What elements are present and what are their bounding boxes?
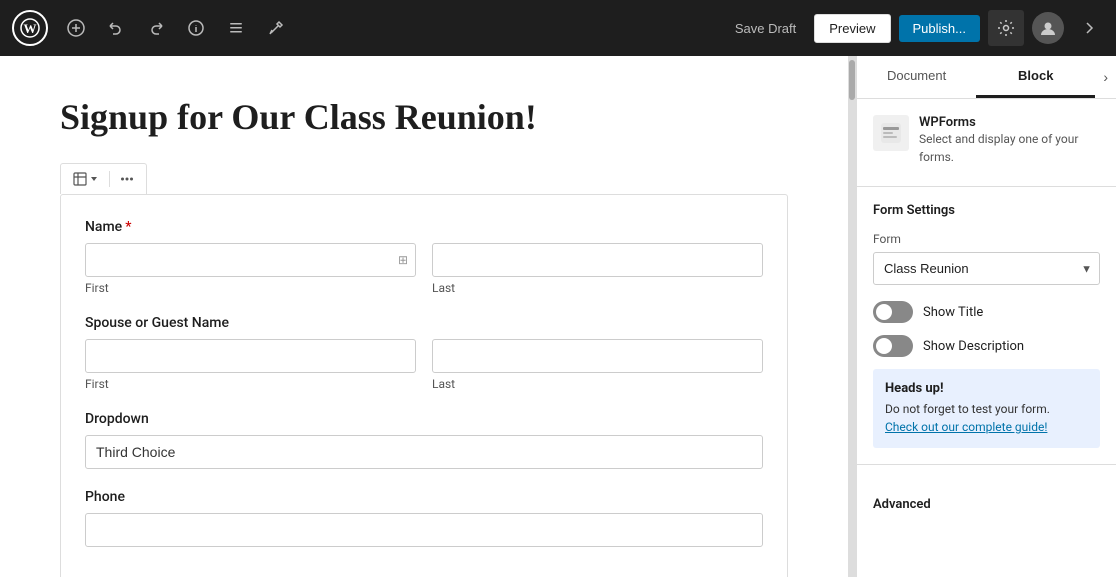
show-description-toggle[interactable] [873,335,913,357]
show-title-row: Show Title [873,301,1100,323]
save-draft-button[interactable]: Save Draft [725,15,806,42]
add-block-button[interactable] [60,12,92,44]
heads-up-title: Heads up! [885,381,1088,396]
wordpress-logo[interactable]: W [12,10,48,46]
name-first-input[interactable] [85,243,416,277]
block-more-options-button[interactable] [114,168,140,190]
name-last-input[interactable] [432,243,763,277]
block-toolbar [60,163,147,194]
info-button[interactable] [180,12,212,44]
spouse-last-col: Last [432,339,763,391]
show-title-toggle[interactable] [873,301,913,323]
name-last-col: Last [432,243,763,295]
sidebar-content: WPForms Select and display one of your f… [857,99,1116,481]
spouse-label: Spouse or Guest Name [85,315,763,331]
redo-button[interactable] [140,12,172,44]
editor-content: Signup for Our Class Reunion! [0,56,848,577]
spouse-last-input[interactable] [432,339,763,373]
tab-block[interactable]: Block [976,56,1095,98]
name-first-col: ⊞ First [85,243,416,295]
sidebar-tabs: Document Block › [857,56,1116,99]
spouse-row: First Last [85,339,763,391]
spouse-last-sublabel: Last [432,377,763,391]
publish-button[interactable]: Publish... [899,15,980,42]
spouse-field-group: Spouse or Guest Name First Last [85,315,763,391]
more-options-button[interactable] [1072,12,1104,44]
plugin-name: WPForms [919,115,1100,130]
spouse-first-input[interactable] [85,339,416,373]
preview-button[interactable]: Preview [814,14,890,43]
phone-label: Phone [85,489,763,505]
heads-up-box: Heads up! Do not forget to test your for… [873,369,1100,448]
name-last-sublabel: Last [432,281,763,295]
dropdown-label: Dropdown [85,411,763,427]
plugin-text: WPForms Select and display one of your f… [919,115,1100,166]
name-label: Name* [85,219,763,235]
user-avatar[interactable] [1032,12,1064,44]
spouse-first-sublabel: First [85,377,416,391]
page-title: Signup for Our Class Reunion! [60,96,788,139]
plugin-block-info: WPForms Select and display one of your f… [873,115,1100,166]
name-field-group: Name* ⊞ First [85,219,763,295]
name-first-input-wrapper: ⊞ [85,243,416,277]
required-indicator: * [125,219,131,235]
settings-button[interactable] [988,10,1024,46]
plugin-icon [873,115,909,151]
heads-up-text: Do not forget to test your form. Check o… [885,400,1088,436]
heads-up-link[interactable]: Check out our complete guide! [885,420,1047,434]
form-container: Name* ⊞ First [60,194,788,577]
divider-1 [857,186,1116,187]
dropdown-field-group: Dropdown [85,411,763,469]
scrollbar[interactable] [848,56,856,577]
advanced-section: Advanced [857,481,1116,528]
show-description-label: Show Description [923,339,1024,354]
toolbar-right: Save Draft Preview Publish... [725,10,1104,46]
svg-text:W: W [24,21,37,36]
main-layout: Signup for Our Class Reunion! [0,56,1116,577]
tools-button[interactable] [260,12,292,44]
undo-button[interactable] [100,12,132,44]
show-title-label: Show Title [923,305,983,320]
spouse-first-col: First [85,339,416,391]
input-icon: ⊞ [398,253,408,267]
form-settings-title: Form Settings [873,203,1100,218]
phone-field-group: Phone [85,489,763,547]
show-description-row: Show Description [873,335,1100,357]
advanced-title: Advanced [873,497,1100,512]
dropdown-input[interactable] [85,435,763,469]
scroll-thumb [849,60,855,100]
phone-input[interactable] [85,513,763,547]
block-type-button[interactable] [67,168,105,190]
form-select-wrapper: Class Reunion Contact Form Registration … [873,252,1100,285]
sidebar-collapse-button[interactable]: › [1095,56,1116,98]
form-select[interactable]: Class Reunion Contact Form Registration [873,252,1100,285]
toolbar: W Save Draft Preview Publish... [0,0,1116,56]
name-first-sublabel: First [85,281,416,295]
form-field-label: Form [873,232,1100,246]
divider-2 [857,464,1116,465]
name-row: ⊞ First Last [85,243,763,295]
right-sidebar: Document Block › WPForms Select and disp… [856,56,1116,577]
plugin-description: Select and display one of your forms. [919,130,1100,166]
tab-document[interactable]: Document [857,56,976,98]
list-view-button[interactable] [220,12,252,44]
